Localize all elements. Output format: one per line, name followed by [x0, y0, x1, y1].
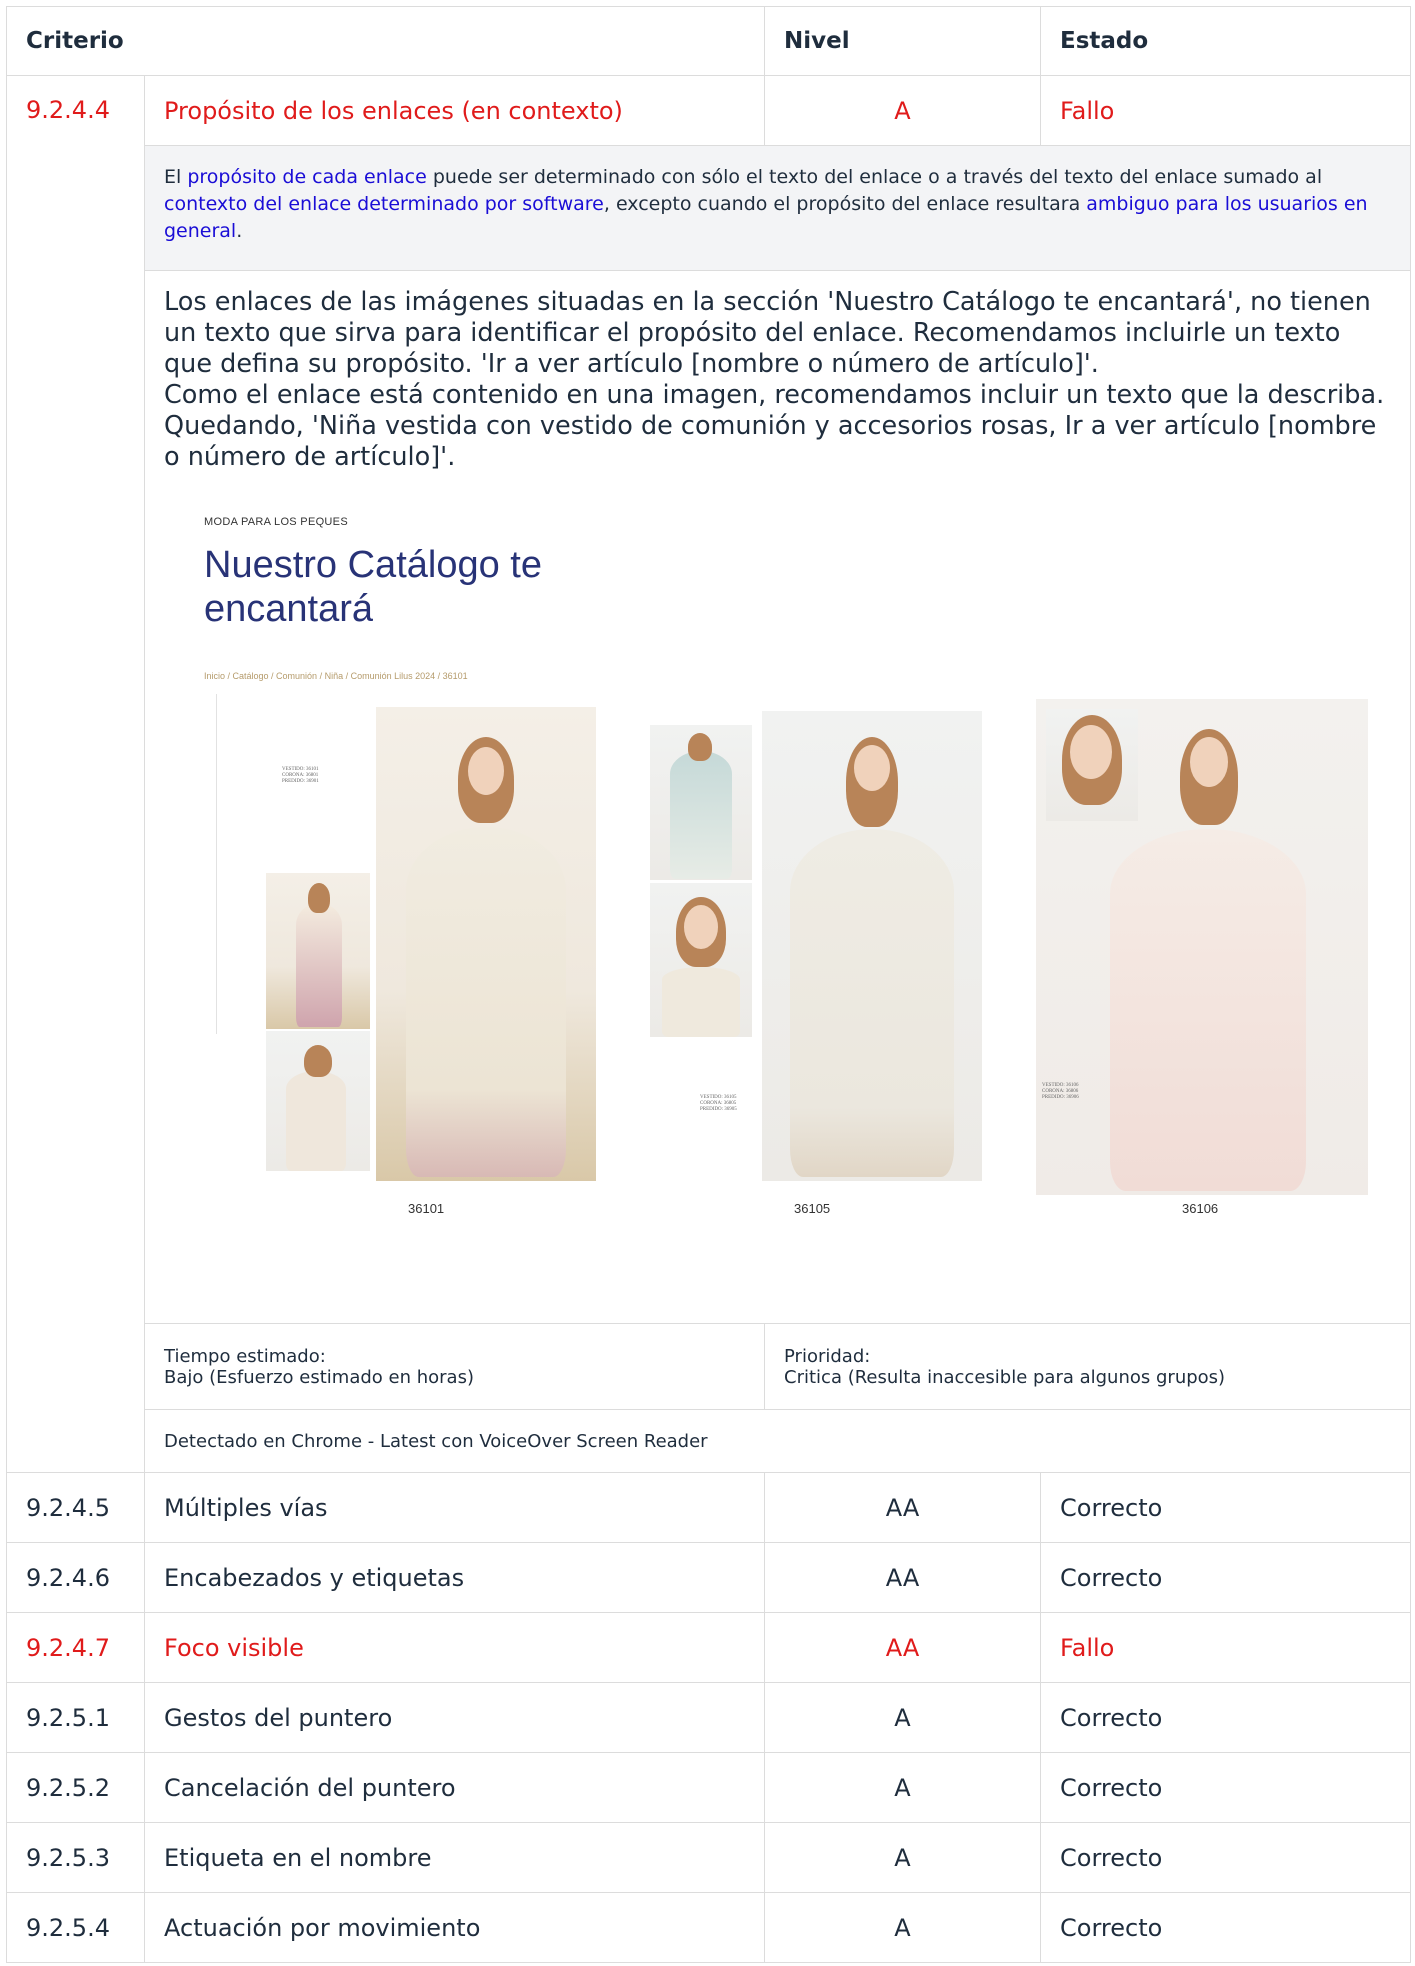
- observation-cell: Los enlaces de las imágenes situadas en …: [143, 270, 1412, 1324]
- table-row[interactable]: 9.2.4.7 Foco visible AA Fallo: [6, 1612, 1412, 1683]
- catalog-screenshot: MODA PARA LOS PEQUES Nuestro Catálogo te…: [164, 497, 1368, 1257]
- table-row[interactable]: 9.2.5.4 Actuación por movimiento A Correcto: [6, 1892, 1412, 1963]
- link-contexto[interactable]: contexto del enlace determinado por soft…: [164, 193, 604, 215]
- product-code: 36101: [408, 1201, 445, 1216]
- criterion-status: Correcto: [1040, 1822, 1412, 1893]
- product-code: 36106: [1182, 1201, 1219, 1216]
- criterion-name: Foco visible: [143, 1612, 766, 1683]
- criterion-id: 9.2.4.7: [6, 1612, 145, 1683]
- criterion-status: Correcto: [1040, 1472, 1412, 1543]
- criterion-id: 9.2.5.4: [6, 1892, 145, 1963]
- product-tag: VESTIDO: 36105 CORONA: 36805 PREDIDO: 36…: [700, 1095, 737, 1112]
- criterion-status: Fallo: [1040, 1612, 1412, 1683]
- criterion-name: Encabezados y etiquetas: [143, 1542, 766, 1613]
- product-thumb[interactable]: [1046, 709, 1138, 821]
- link-proposito[interactable]: propósito de cada enlace: [187, 166, 426, 188]
- table-row[interactable]: 9.2.4.6 Encabezados y etiquetas AA Correcto: [6, 1542, 1412, 1613]
- criterion-level: A: [764, 75, 1042, 146]
- catalog-kicker: MODA PARA LOS PEQUES: [204, 516, 348, 528]
- criterion-id: 9.2.5.1: [6, 1682, 145, 1753]
- product-image[interactable]: [762, 711, 982, 1181]
- header-criterio: Criterio: [5, 6, 766, 76]
- criterion-level: AA: [764, 1472, 1042, 1543]
- table-row[interactable]: 9.2.4.4 Propósito de los enlaces (en con…: [6, 75, 1412, 1473]
- criterion-level: A: [764, 1752, 1042, 1823]
- criterion-status: Correcto: [1040, 1752, 1412, 1823]
- criterion-status: Correcto: [1040, 1682, 1412, 1753]
- criterion-id: 9.2.5.2: [6, 1752, 145, 1823]
- criterion-status: Fallo: [1040, 75, 1412, 146]
- criterion-level: AA: [764, 1612, 1042, 1683]
- detected-note: Detectado en Chrome - Latest con VoiceOv…: [143, 1409, 1412, 1473]
- criterion-level: A: [764, 1682, 1042, 1753]
- criterion-id: 9.2.4.5: [6, 1472, 145, 1543]
- criterion-level: AA: [764, 1542, 1042, 1613]
- criterion-name: Gestos del puntero: [143, 1682, 766, 1753]
- product-thumb[interactable]: [266, 1031, 370, 1171]
- criterion-id: 9.2.4.4: [6, 75, 145, 1473]
- observation-paragraph: Como el enlace está contenido en una ima…: [164, 380, 1385, 472]
- table-row[interactable]: 9.2.4.5 Múltiples vías AA Correcto: [6, 1472, 1412, 1543]
- product-thumb[interactable]: [266, 873, 370, 1029]
- product-thumb[interactable]: [650, 883, 752, 1037]
- criterion-name: Propósito de los enlaces (en contexto): [143, 75, 766, 146]
- observation-paragraph: Los enlaces de las imágenes situadas en …: [164, 287, 1371, 379]
- estimated-time-cell: Tiempo estimado: Bajo (Esfuerzo estimado …: [143, 1323, 766, 1410]
- criterion-id: 9.2.4.6: [6, 1542, 145, 1613]
- product-image[interactable]: [376, 707, 596, 1181]
- criterion-name: Etiqueta en el nombre: [143, 1822, 766, 1893]
- header-estado: Estado: [1040, 6, 1412, 76]
- table-row[interactable]: 9.2.5.1 Gestos del puntero A Correcto: [6, 1682, 1412, 1753]
- criterion-id: 9.2.5.3: [6, 1822, 145, 1893]
- product-tag: VESTIDO: 36106 CORONA: 36806 PREDIDO: 36…: [1042, 1083, 1079, 1100]
- table-row[interactable]: 9.2.5.2 Cancelación del puntero A Correcto: [6, 1752, 1412, 1823]
- criterion-name: Múltiples vías: [143, 1472, 766, 1543]
- criteria-table: Criterio Nivel Estado 9.2.4.4 Propósito …: [5, 6, 1412, 1963]
- header-nivel: Nivel: [764, 6, 1042, 76]
- criterion-description: El propósito de cada enlace puede ser de…: [143, 145, 1412, 271]
- priority-cell: Prioridad: Critica (Resulta inaccesible p…: [764, 1323, 1412, 1410]
- product-code: 36105: [794, 1201, 831, 1216]
- criterion-level: A: [764, 1892, 1042, 1963]
- criterion-status: Correcto: [1040, 1892, 1412, 1963]
- criterion-name: Cancelación del puntero: [143, 1752, 766, 1823]
- criterion-name: Actuación por movimiento: [143, 1892, 766, 1963]
- product-tag: VESTIDO: 36101 CORONA: 36801 PREDIDO: 36…: [282, 767, 319, 784]
- catalog-title: Nuestro Catálogo te encantará: [204, 544, 542, 630]
- criterion-status: Correcto: [1040, 1542, 1412, 1613]
- product-thumb[interactable]: [650, 725, 752, 880]
- table-row[interactable]: 9.2.5.3 Etiqueta en el nombre A Correcto: [6, 1822, 1412, 1893]
- catalog-breadcrumb: Inicio / Catálogo / Comunión / Niña / Co…: [204, 671, 468, 681]
- criterion-level: A: [764, 1822, 1042, 1893]
